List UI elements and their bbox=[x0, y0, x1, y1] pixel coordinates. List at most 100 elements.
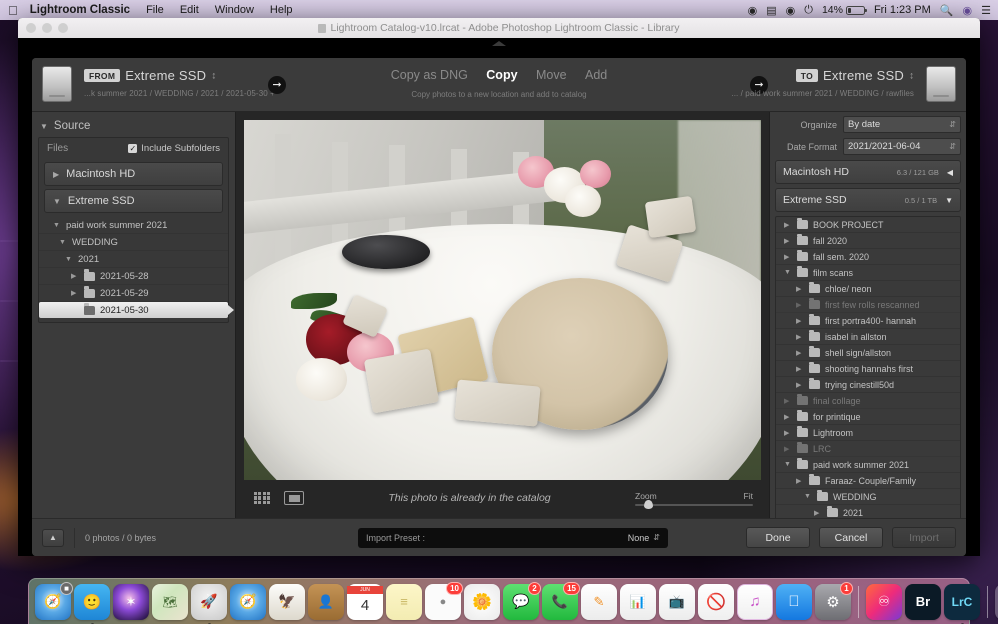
dest-volume-macintosh-hd[interactable]: Macintosh HD 6.3 / 121 GB ◀ bbox=[775, 160, 961, 184]
dest-row[interactable]: ▶ for printique bbox=[776, 409, 960, 425]
chevron-left-icon[interactable]: ◀ bbox=[947, 168, 953, 177]
mail-icon[interactable]: 🦅 bbox=[269, 583, 305, 620]
zoom-slider-track[interactable] bbox=[635, 499, 753, 509]
dest-row[interactable]: ▶ Faraaz- Couple/Family bbox=[776, 473, 960, 489]
facetime-icon[interactable]: 📞 15 bbox=[542, 581, 580, 620]
wifi-icon[interactable]: ⏻ bbox=[804, 4, 813, 17]
eject-icon[interactable]: ▲ bbox=[42, 528, 64, 547]
chevron-down-icon[interactable]: ▼ bbox=[40, 122, 48, 131]
chevron-down-icon[interactable]: ▼ bbox=[784, 269, 792, 276]
source-volume-macintosh-hd[interactable]: ▶ Macintosh HD bbox=[44, 162, 223, 186]
dest-row[interactable]: ▶ shooting hannahs first bbox=[776, 361, 960, 377]
destination-name[interactable]: Extreme SSD bbox=[823, 68, 904, 83]
drive-icon[interactable]: ▤ bbox=[766, 4, 776, 17]
messages-icon[interactable]: 💬 2 bbox=[503, 581, 541, 620]
chevron-right-icon[interactable]: ▶ bbox=[784, 221, 792, 229]
import-button[interactable]: Import bbox=[892, 527, 956, 548]
chevron-right-icon[interactable]: ▶ bbox=[784, 429, 792, 437]
notes-icon[interactable]: ≡ bbox=[386, 583, 422, 620]
chevron-right-icon[interactable]: ▶ bbox=[784, 413, 792, 421]
chevron-down-icon[interactable]: ▼ bbox=[784, 461, 792, 468]
reminders-icon[interactable]: ● 10 bbox=[425, 581, 463, 620]
chevron-right-icon[interactable]: ▶ bbox=[784, 237, 792, 245]
dest-row[interactable]: ▶ trying cinestill50d bbox=[776, 377, 960, 393]
macos-dock[interactable]: 🧭 ■ 🙂 ✶ 🗺 🚀 🧭 🦅 👤 JUN 4 ≡ ● 10 🌼 💬 2 📞 15 ✎ 📊… bbox=[28, 578, 998, 624]
destination-dropdown-icon[interactable]: ↕ bbox=[909, 70, 914, 81]
chevron-down-icon[interactable]: ▼ bbox=[53, 197, 61, 206]
dest-row[interactable]: ▶ isabel in allston bbox=[776, 329, 960, 345]
photo-preview[interactable] bbox=[244, 120, 761, 480]
grid-view-icon[interactable] bbox=[254, 491, 270, 505]
bridge-icon[interactable]: Br bbox=[905, 583, 941, 620]
cancel-button[interactable]: Cancel bbox=[819, 527, 883, 548]
calendar-icon[interactable]: JUN 4 bbox=[347, 583, 383, 620]
tree-row[interactable]: ▼ paid work summer 2021 bbox=[39, 217, 228, 234]
siri-icon[interactable]: ✶ bbox=[113, 583, 149, 620]
menubar-app-name[interactable]: Lightroom Classic bbox=[30, 4, 130, 16]
chevron-right-icon[interactable]: ▶ bbox=[784, 253, 792, 261]
destination-selector[interactable]: TO Extreme SSD ↕ ... / paid work summer 20… bbox=[731, 67, 914, 98]
system-preferences-icon[interactable]: ⚙ 1 bbox=[815, 581, 853, 620]
finder-icon[interactable]: 🙂 bbox=[74, 583, 110, 624]
tree-row-selected[interactable]: 2021-05-30 bbox=[39, 302, 234, 318]
safari-icon[interactable]: 🧭 bbox=[230, 583, 266, 620]
chevron-right-icon[interactable]: ▶ bbox=[53, 170, 59, 179]
dest-row[interactable]: ▶ shell sign/allston bbox=[776, 345, 960, 361]
chevron-right-icon[interactable]: ▶ bbox=[796, 285, 804, 293]
menu-edit[interactable]: Edit bbox=[180, 4, 199, 16]
chevron-right-icon[interactable]: ▶ bbox=[784, 397, 792, 405]
include-subfolders-toggle[interactable]: ✓ Include Subfolders bbox=[128, 143, 220, 154]
chevron-right-icon[interactable]: ▶ bbox=[814, 509, 822, 517]
dest-row[interactable]: ▶ 2021 bbox=[776, 505, 960, 518]
photos-icon[interactable]: 🌼 bbox=[464, 583, 500, 620]
chevron-down-icon[interactable]: ▼ bbox=[53, 222, 61, 229]
source-panel-header[interactable]: ▼ Source bbox=[38, 118, 229, 137]
dest-row[interactable]: ▼ WEDDING bbox=[776, 489, 960, 505]
tree-row[interactable]: ▶ 2021-05-28 bbox=[39, 268, 228, 285]
menubar-clock[interactable]: Fri 1:23 PM bbox=[874, 4, 931, 16]
dest-row[interactable]: ▶ fall 2020 bbox=[776, 233, 960, 249]
menu-file[interactable]: File bbox=[146, 4, 164, 16]
chevron-right-icon[interactable]: ▶ bbox=[796, 333, 804, 341]
chevron-right-icon[interactable]: ▶ bbox=[784, 445, 792, 453]
stepper-icon[interactable]: ⇵ bbox=[653, 533, 660, 542]
dest-row[interactable]: ▼ paid work summer 2021 bbox=[776, 457, 960, 473]
organize-select[interactable]: By date ⇵ bbox=[843, 116, 961, 133]
mode-add[interactable]: Add bbox=[585, 68, 607, 82]
tree-row[interactable]: ▶ 2021-05-29 bbox=[39, 285, 228, 302]
dest-row[interactable]: ▼ film scans bbox=[776, 265, 960, 281]
chevron-right-icon[interactable]: ▶ bbox=[71, 289, 79, 297]
chevron-right-icon[interactable]: ▶ bbox=[71, 272, 79, 280]
stepper-icon[interactable]: ⇵ bbox=[949, 142, 956, 151]
numbers-icon[interactable]: 📊 bbox=[620, 583, 656, 620]
chevron-down-icon[interactable]: ▼ bbox=[59, 239, 67, 246]
apple-icon[interactable]:  bbox=[8, 4, 18, 17]
news-icon[interactable]: 🚫 bbox=[698, 583, 734, 620]
chevron-right-icon[interactable]: ▶ bbox=[796, 365, 804, 373]
checkbox-checked-icon[interactable]: ✓ bbox=[128, 144, 138, 153]
siri-icon[interactable]: ◉ bbox=[963, 4, 973, 17]
dest-row[interactable]: ▶ fall sem. 2020 bbox=[776, 249, 960, 265]
app-store-icon[interactable]:  bbox=[776, 583, 812, 620]
chevron-right-icon[interactable]: ▶ bbox=[796, 317, 804, 325]
fit-label[interactable]: Fit bbox=[744, 491, 753, 501]
creative-cloud-icon[interactable]: ◉ bbox=[748, 4, 758, 17]
chevron-down-icon[interactable]: ▼ bbox=[945, 196, 953, 205]
stepper-icon[interactable]: ⇵ bbox=[949, 120, 956, 129]
macos-menu-bar[interactable]:  Lightroom Classic File Edit Window Hel… bbox=[0, 0, 998, 20]
dest-row[interactable]: ▶ BOOK PROJECT bbox=[776, 217, 960, 233]
safari-update-icon[interactable]: 🧭 ■ bbox=[35, 581, 73, 620]
menu-help[interactable]: Help bbox=[270, 4, 293, 16]
mode-copy-as-dng[interactable]: Copy as DNG bbox=[391, 68, 468, 82]
lightroom-classic-icon[interactable]: LrC bbox=[944, 583, 980, 624]
dest-row[interactable]: ▶ LRC bbox=[776, 441, 960, 457]
tree-row[interactable]: ▼ 2021 bbox=[39, 251, 228, 268]
chevron-down-icon[interactable]: ▼ bbox=[65, 256, 73, 263]
creative-cloud-icon[interactable]: ♾ bbox=[866, 583, 902, 620]
dropbox-icon[interactable]: ◉ bbox=[786, 4, 796, 17]
source-volume-extreme-ssd[interactable]: ▼ Extreme SSD bbox=[44, 189, 223, 213]
dest-row[interactable]: ▶ chloe/ neon bbox=[776, 281, 960, 297]
zoom-slider-handle[interactable] bbox=[644, 499, 653, 509]
destination-drive-icon[interactable] bbox=[926, 66, 956, 102]
notification-center-icon[interactable]: ☰ bbox=[981, 4, 991, 17]
